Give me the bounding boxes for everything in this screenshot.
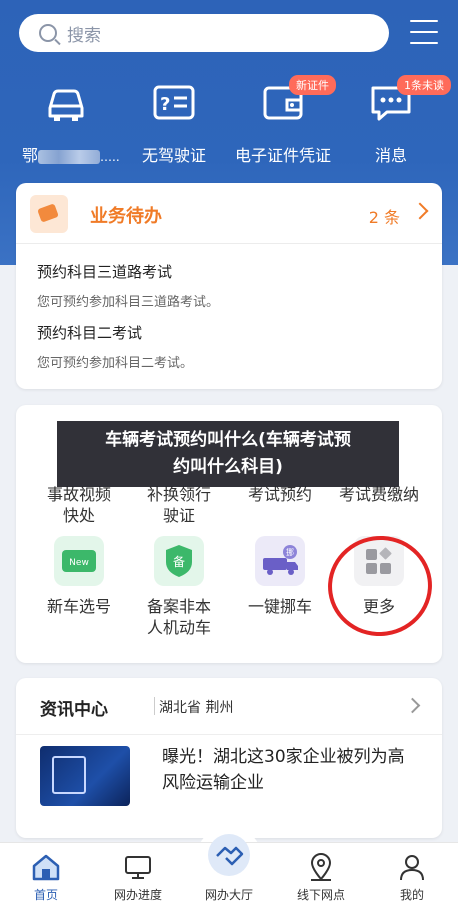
location-icon bbox=[305, 851, 337, 883]
handshake-icon[interactable] bbox=[208, 834, 250, 876]
message-icon: 1条未读 bbox=[367, 75, 451, 126]
user-icon bbox=[396, 851, 428, 883]
tab-offline-points[interactable]: 线下网点 bbox=[275, 851, 367, 903]
news-thumbnail[interactable] bbox=[40, 746, 130, 806]
move-car-icon: 挪 bbox=[255, 536, 305, 586]
service-label: 补换领行 bbox=[146, 485, 211, 504]
menu-icon[interactable] bbox=[410, 20, 438, 44]
todo-item[interactable]: 预约科目二考试 您可预约参加科目二考试。 bbox=[37, 322, 193, 371]
service-move-car[interactable]: 挪 一键挪车 bbox=[228, 536, 332, 617]
quick-action-vehicle[interactable]: 鄂….. bbox=[16, 78, 120, 166]
service-new-plate[interactable]: New 新车选号 bbox=[27, 536, 131, 617]
news-header[interactable]: 资讯中心 湖北省 荆州 bbox=[16, 678, 442, 735]
record-shield-icon: 备 bbox=[154, 536, 204, 586]
quick-action-license[interactable]: ? 无驾驶证 bbox=[124, 78, 224, 166]
tab-home[interactable]: 首页 bbox=[0, 851, 92, 903]
tab-mine[interactable]: 我的 bbox=[366, 851, 458, 903]
task-icon bbox=[30, 195, 68, 233]
quick-action-label: 消息 bbox=[374, 146, 407, 165]
license-card-icon: ? bbox=[150, 78, 198, 126]
article-title-overlay: 车辆考试预约叫什么(车辆考试预 约叫什么科目) bbox=[57, 421, 399, 487]
monitor-icon bbox=[122, 851, 154, 883]
tab-label: 我的 bbox=[399, 888, 424, 902]
quick-action-messages[interactable]: 1条未读 消息 bbox=[341, 75, 451, 166]
todo-card: 业务待办 2 条 预约科目三道路考试 您可预约参加科目三道路考试。 预约科目二考… bbox=[16, 183, 442, 389]
search-icon bbox=[39, 24, 57, 42]
service-label: 新车选号 bbox=[46, 597, 111, 616]
service-replace-license[interactable]: 补换领行 驶证 bbox=[127, 484, 231, 526]
todo-header[interactable]: 业务待办 2 条 bbox=[16, 183, 442, 244]
service-record-vehicle[interactable]: 备 备案非本 人机动车 bbox=[127, 536, 231, 638]
todo-item[interactable]: 预约科目三道路考试 您可预约参加科目三道路考试。 bbox=[37, 261, 219, 310]
tab-label: 网办进度 bbox=[113, 888, 162, 902]
blurred-plate bbox=[38, 149, 101, 164]
news-card: 资讯中心 湖北省 荆州 曝光！湖北这30家企业被列为高风险运输企业 bbox=[16, 678, 442, 838]
service-exam-booking[interactable]: 考试预约 bbox=[228, 484, 332, 505]
service-accident-video[interactable]: 事故视频 快处 bbox=[27, 484, 131, 526]
service-label: 一键挪车 bbox=[247, 597, 312, 616]
new-certificate-badge: 新证件 bbox=[289, 75, 336, 95]
quick-action-label: 电子证件凭证 bbox=[234, 146, 331, 165]
service-label: 驶证 bbox=[162, 506, 195, 525]
chevron-right-icon bbox=[404, 697, 421, 714]
service-label: 考试预约 bbox=[247, 485, 312, 504]
overlay-line: 约叫什么科目) bbox=[173, 457, 283, 477]
overlay-line: 车辆考试预约叫什么(车辆考试预 bbox=[105, 430, 351, 450]
service-label: 备案非本 bbox=[146, 597, 211, 616]
search-input[interactable]: 搜索 bbox=[19, 14, 389, 52]
service-exam-fee[interactable]: 考试费缴纳 bbox=[327, 484, 431, 505]
svg-text:?: ? bbox=[160, 94, 170, 115]
tab-label: 线下网点 bbox=[296, 888, 345, 902]
todo-item-desc: 您可预约参加科目三道路考试。 bbox=[37, 295, 220, 310]
unread-badge: 1条未读 bbox=[397, 75, 451, 95]
todo-item-desc: 您可预约参加科目二考试。 bbox=[37, 356, 194, 371]
search-placeholder: 搜索 bbox=[67, 25, 101, 46]
car-icon bbox=[42, 78, 90, 126]
new-plate-icon: New bbox=[54, 536, 104, 586]
svg-text:挪: 挪 bbox=[286, 547, 294, 557]
service-label: 考试费缴纳 bbox=[338, 485, 419, 504]
news-title: 资讯中心 bbox=[40, 700, 108, 720]
service-label: 快处 bbox=[62, 506, 95, 525]
svg-text:备: 备 bbox=[173, 555, 185, 569]
todo-item-title: 预约科目二考试 bbox=[37, 324, 143, 342]
wallet-icon: 新证件 bbox=[259, 75, 336, 126]
tab-label: 网办大厅 bbox=[204, 888, 253, 902]
home-icon bbox=[30, 851, 62, 883]
todo-title: 业务待办 bbox=[90, 206, 162, 227]
service-label: 人机动车 bbox=[146, 618, 211, 637]
news-region[interactable]: 湖北省 荆州 bbox=[159, 697, 233, 717]
todo-item-title: 预约科目三道路考试 bbox=[37, 263, 173, 281]
divider bbox=[154, 697, 155, 715]
tab-label: 首页 bbox=[33, 888, 58, 902]
todo-count: 2 条 bbox=[368, 208, 400, 227]
service-label: 事故视频 bbox=[46, 485, 111, 504]
tab-progress[interactable]: 网办进度 bbox=[92, 851, 184, 903]
quick-action-label: 无驾驶证 bbox=[141, 146, 206, 165]
quick-action-e-certificate[interactable]: 新证件 电子证件凭证 bbox=[233, 75, 336, 166]
svg-text:New: New bbox=[69, 558, 89, 568]
quick-action-label: 鄂….. bbox=[22, 146, 120, 165]
news-headline[interactable]: 曝光！湖北这30家企业被列为高风险运输企业 bbox=[162, 744, 412, 796]
chevron-right-icon bbox=[411, 202, 429, 220]
